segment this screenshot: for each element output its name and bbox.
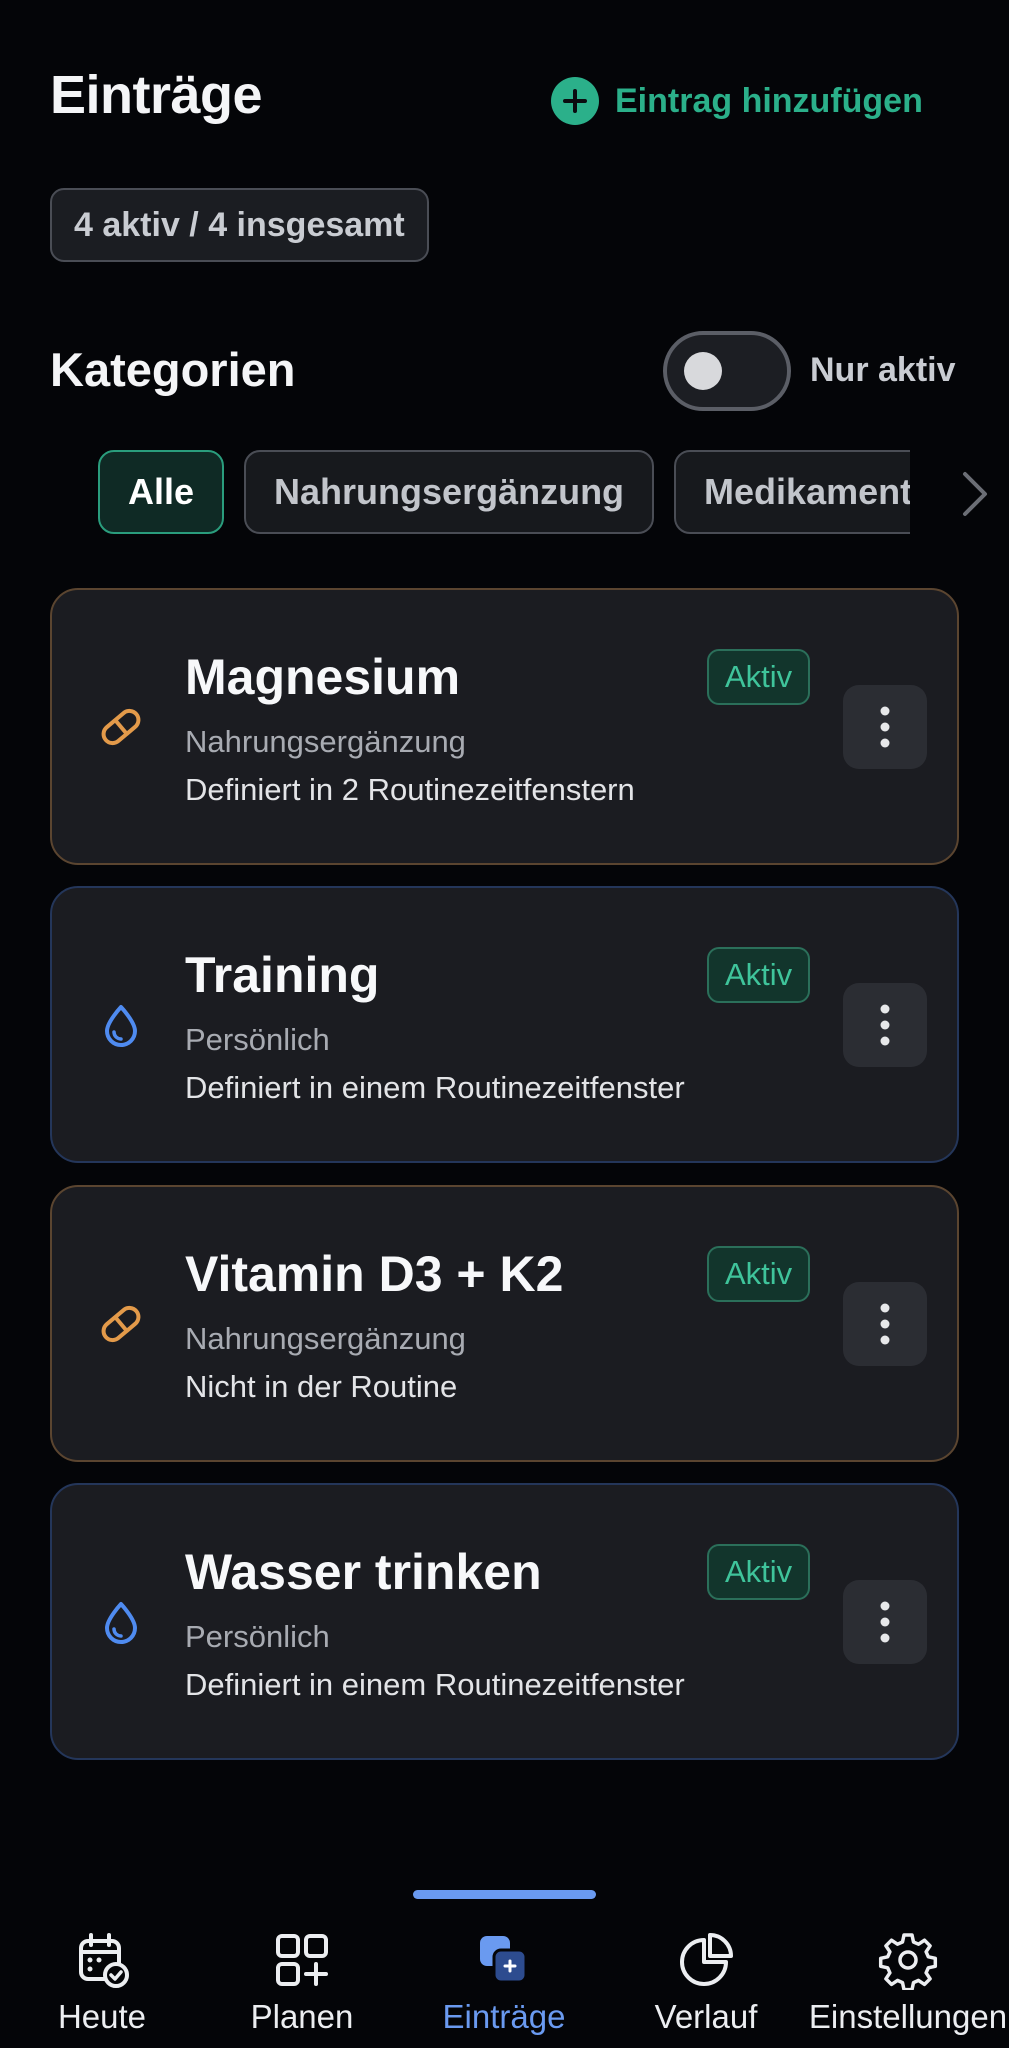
entry-routine-info: Definiert in 2 Routinezeitfenstern xyxy=(185,772,635,807)
droplet-icon xyxy=(105,1005,137,1047)
nav-item-eintraege[interactable]: Einträge xyxy=(404,1918,604,2048)
status-badge: Aktiv xyxy=(707,1246,811,1302)
page-title: Einträge xyxy=(50,65,263,125)
entry-routine-info: Definiert in einem Routinezeitfenster xyxy=(185,1667,685,1702)
categories-title: Kategorien xyxy=(50,343,296,396)
category-chips: Alle Nahrungsergänzung Medikament xyxy=(98,449,910,535)
plus-circle-icon xyxy=(551,77,599,125)
category-chip-medication[interactable]: Medikament xyxy=(674,450,910,534)
gear-icon xyxy=(878,1933,938,1990)
active-only-label: Nur aktiv xyxy=(810,351,956,389)
pill-icon xyxy=(101,708,141,746)
more-options-button[interactable] xyxy=(843,983,927,1067)
entries-icon xyxy=(480,1936,528,1984)
entry-name: Magnesium xyxy=(185,649,461,705)
nav-item-verlauf[interactable]: Verlauf xyxy=(606,1918,806,2048)
nav-label: Einträge xyxy=(442,1998,566,2035)
entry-category: Persönlich xyxy=(185,1619,330,1654)
entry-routine-info: Definiert in einem Routinezeitfenster xyxy=(185,1070,685,1105)
more-options-button[interactable] xyxy=(843,1282,927,1366)
entry-card-magnesium[interactable]: Magnesium Nahrungsergänzung Definiert in… xyxy=(50,588,959,865)
toggle-knob xyxy=(684,352,722,390)
category-chip-supplement[interactable]: Nahrungsergänzung xyxy=(244,450,655,534)
bottom-nav: Heute Planen Einträge Verlauf Einstellun… xyxy=(0,1918,1009,2048)
more-options-button[interactable] xyxy=(843,685,927,769)
entry-card-wasser-trinken[interactable]: Wasser trinken Persönlich Definiert in e… xyxy=(50,1483,959,1760)
calendar-check-icon xyxy=(79,1933,129,1988)
entry-count-badge: 4 aktiv / 4 insgesamt xyxy=(50,188,429,262)
nav-label: Verlauf xyxy=(654,1998,758,2035)
add-entry-label: Eintrag hinzufügen xyxy=(615,81,923,120)
entries-screen: Einträge Eintrag hinzufügen 4 aktiv / 4 … xyxy=(0,0,1009,2048)
pill-icon xyxy=(101,1305,141,1343)
entry-name: Vitamin D3 + K2 xyxy=(185,1246,564,1302)
status-badge: Aktiv xyxy=(707,649,811,705)
more-options-button[interactable] xyxy=(843,1580,927,1664)
nav-item-heute[interactable]: Heute xyxy=(2,1918,202,2048)
entry-card-vitamin-d3-k2[interactable]: Vitamin D3 + K2 Nahrungsergänzung Nicht … xyxy=(50,1185,959,1462)
nav-active-indicator xyxy=(413,1890,596,1899)
entry-category: Nahrungsergänzung xyxy=(185,724,466,759)
status-badge: Aktiv xyxy=(707,947,811,1003)
nav-item-einstellungen[interactable]: Einstellungen xyxy=(808,1918,1008,2048)
entry-routine-info: Nicht in der Routine xyxy=(185,1369,458,1404)
droplet-icon xyxy=(105,1602,137,1644)
add-entry-button[interactable]: Eintrag hinzufügen xyxy=(551,76,923,126)
nav-label: Planen xyxy=(250,1998,354,2035)
grid-plus-icon xyxy=(276,1934,328,1986)
entry-name: Wasser trinken xyxy=(185,1544,542,1600)
more-vertical-icon xyxy=(880,1601,890,1643)
entry-category: Persönlich xyxy=(185,1022,330,1057)
category-chip-all[interactable]: Alle xyxy=(98,450,225,534)
pie-chart-icon xyxy=(680,1933,733,1986)
nav-label: Heute xyxy=(57,1998,147,2035)
entry-card-training[interactable]: Training Persönlich Definiert in einem R… xyxy=(50,886,959,1163)
status-badge: Aktiv xyxy=(707,1544,811,1600)
entry-category: Nahrungsergänzung xyxy=(185,1321,466,1356)
nav-item-planen[interactable]: Planen xyxy=(202,1918,402,2048)
more-vertical-icon xyxy=(880,1004,890,1046)
more-vertical-icon xyxy=(880,706,890,748)
entry-name: Training xyxy=(185,947,380,1003)
more-vertical-icon xyxy=(880,1303,890,1345)
chevron-right-icon[interactable] xyxy=(955,466,995,522)
active-only-toggle[interactable] xyxy=(663,331,791,411)
nav-label: Einstellungen xyxy=(808,1998,1008,2035)
